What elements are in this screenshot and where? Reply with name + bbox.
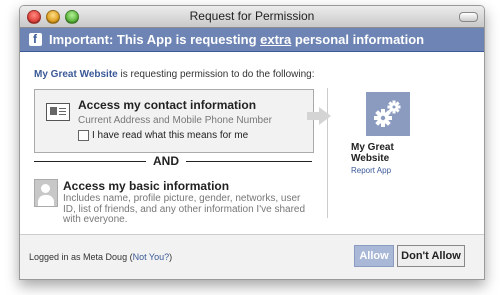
read-checkbox[interactable]: [78, 130, 89, 141]
facebook-logo-icon: f: [29, 32, 42, 46]
app-name: My Great Website: [351, 142, 394, 164]
facebook-header-bar: f Important: This App is requesting extr…: [20, 28, 484, 52]
and-label: AND: [153, 154, 179, 168]
report-app-link[interactable]: Report App: [351, 166, 391, 175]
window-title: Request for Permission: [189, 9, 315, 23]
toolbar-toggle-button[interactable]: [459, 12, 478, 22]
intro-text: My Great Website is requesting permissio…: [34, 69, 315, 80]
basic-description: Includes name, profile picture, gender, …: [63, 193, 306, 225]
permission-window: Request for Permission f Important: This…: [19, 5, 485, 280]
footer-bar: Logged in as Meta Doug (Not You?) Allow …: [20, 234, 484, 279]
logged-in-text: Logged in as Meta Doug (Not You?): [29, 252, 173, 262]
title-bar: Request for Permission: [20, 6, 484, 28]
divider-right: [186, 161, 312, 162]
checkbox-label[interactable]: I have read what this means for me: [92, 130, 248, 141]
dont-allow-button[interactable]: Don't Allow: [397, 245, 465, 267]
app-gears-icon: [366, 92, 410, 136]
contact-permission-box: Access my contact information Current Ad…: [34, 89, 314, 153]
site-link[interactable]: My Great Website: [34, 69, 118, 80]
extra-link[interactable]: extra: [260, 32, 291, 47]
basic-title: Access my basic information: [63, 179, 230, 193]
arrow-right-icon: [307, 107, 331, 125]
contact-title: Access my contact information: [78, 98, 257, 112]
allow-button[interactable]: Allow: [354, 245, 394, 267]
divider-left: [34, 161, 146, 162]
contact-subtitle: Current Address and Mobile Phone Number: [78, 115, 272, 126]
header-title: Important: This App is requesting extra …: [49, 32, 425, 47]
avatar-icon: [34, 179, 58, 207]
contact-card-icon: [46, 103, 70, 121]
not-you-link[interactable]: Not You?: [133, 252, 170, 262]
